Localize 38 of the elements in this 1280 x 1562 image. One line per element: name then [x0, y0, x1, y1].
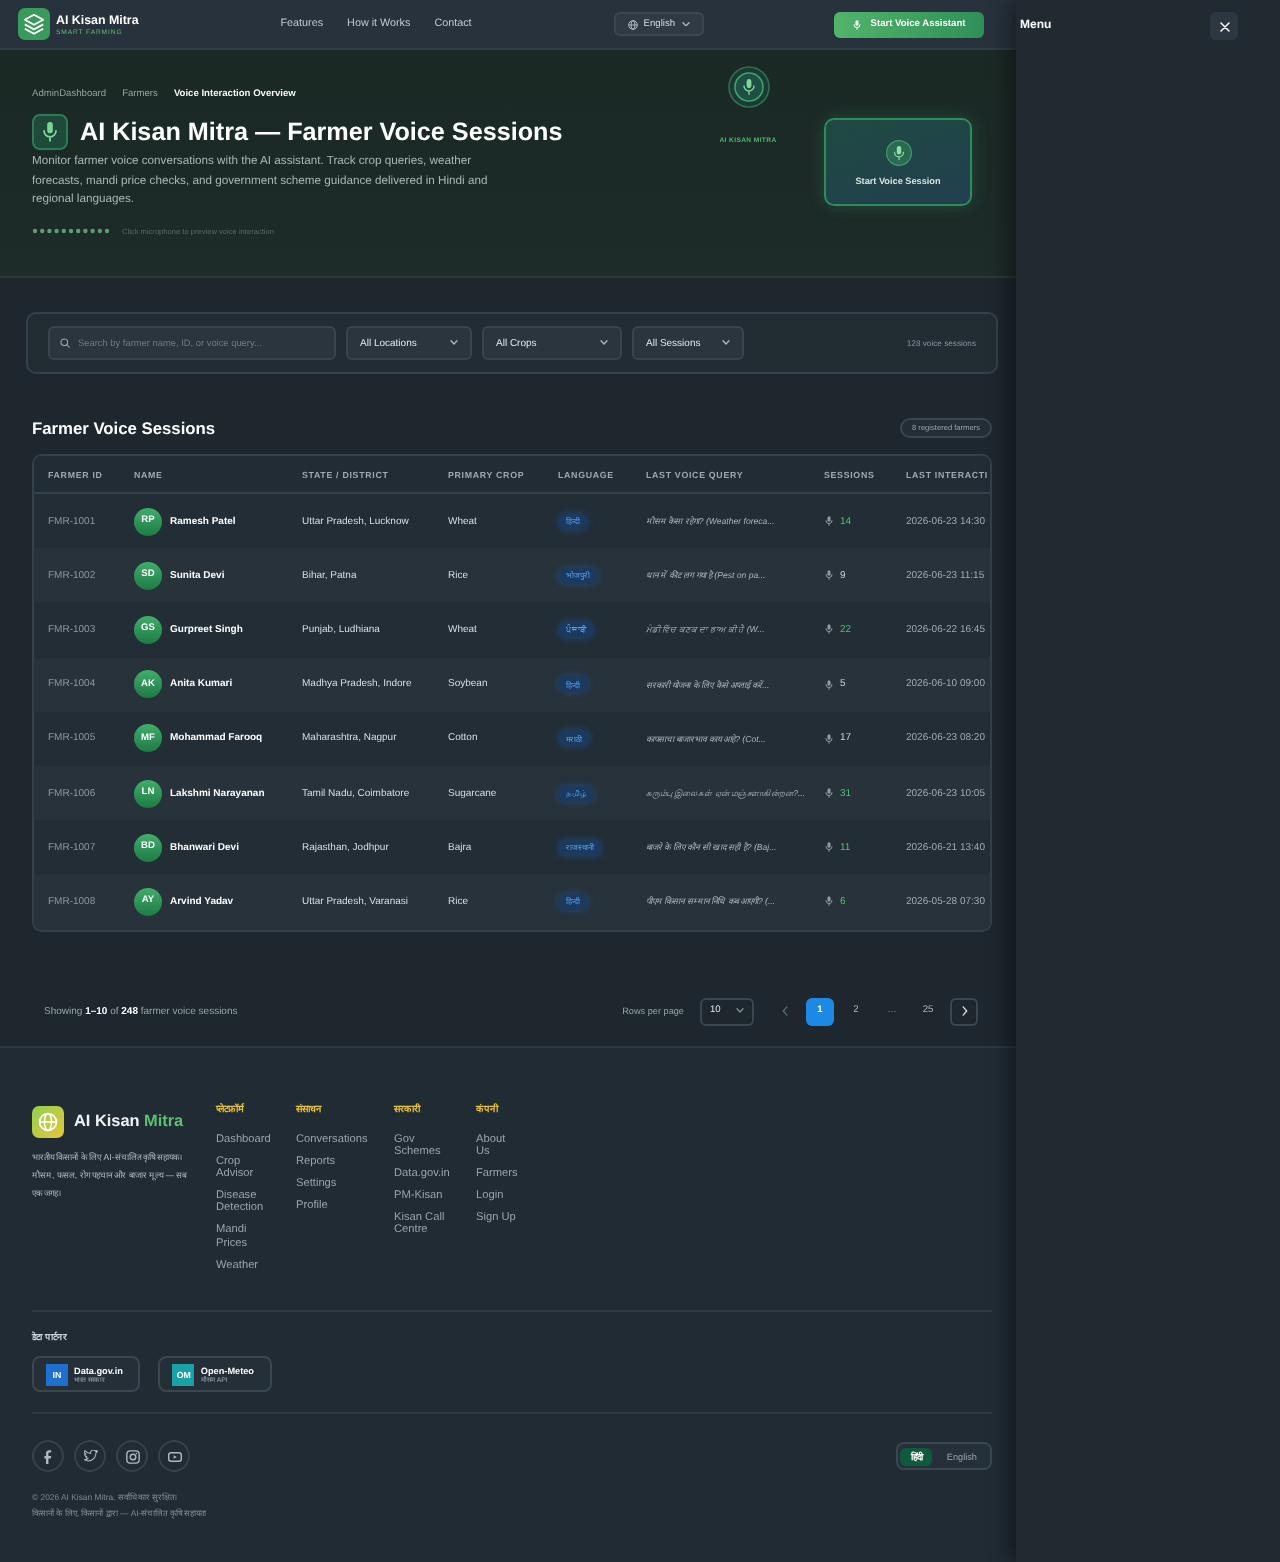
- mic-icon: [824, 842, 834, 853]
- mic-icon: [824, 570, 834, 581]
- facebook-icon: [44, 1449, 52, 1464]
- close-button[interactable]: [1210, 12, 1238, 40]
- globe-logo-icon: [32, 1105, 64, 1137]
- social-link[interactable]: [158, 1440, 190, 1473]
- mic-icon: [824, 679, 834, 690]
- microphone-orb-icon[interactable]: [727, 66, 769, 108]
- mic-icon: [824, 516, 834, 527]
- mic-icon: [824, 733, 834, 744]
- globe-icon: [627, 19, 638, 29]
- chevron-left-icon: [781, 1006, 787, 1016]
- mic-icon: [824, 788, 834, 799]
- caret-icon: [681, 21, 690, 27]
- bird-icon: [83, 1450, 97, 1463]
- mic-icon: [32, 114, 68, 150]
- social-link[interactable]: [74, 1440, 106, 1473]
- mic-icon: [852, 19, 863, 29]
- mic-icon: [885, 139, 911, 165]
- footer-brand-name: AI Kisan Mitra: [74, 1112, 184, 1130]
- caret-icon: [722, 340, 730, 346]
- close-icon: [1219, 21, 1229, 31]
- social-link[interactable]: [32, 1440, 64, 1473]
- caret-icon: [736, 1008, 744, 1014]
- mic-icon: [824, 624, 834, 635]
- chevron-right-icon: [961, 1006, 967, 1016]
- search-icon: [60, 338, 70, 348]
- mic-icon: [824, 896, 834, 907]
- video-play-icon: [167, 1451, 181, 1462]
- waveform-drawing: [32, 228, 110, 235]
- social-link[interactable]: [116, 1440, 148, 1473]
- caret-icon: [450, 340, 458, 346]
- caret-icon: [600, 340, 608, 346]
- logo-icon: [18, 8, 50, 40]
- next-page-button[interactable]: [950, 997, 978, 1025]
- camera-icon: [125, 1449, 139, 1464]
- page-title: AI Kisan Mitra — Farmer Voice Sessions: [80, 118, 563, 146]
- section-title: Farmer Voice Sessions: [32, 418, 216, 438]
